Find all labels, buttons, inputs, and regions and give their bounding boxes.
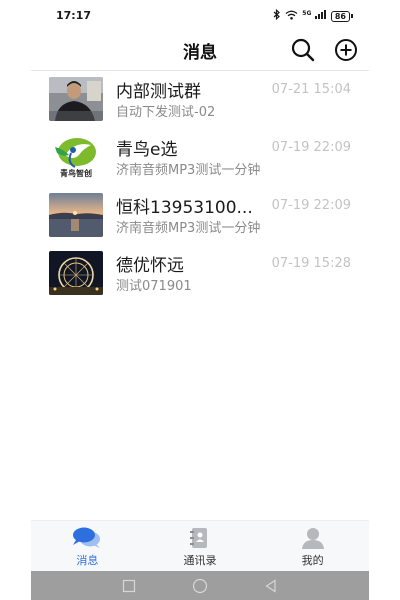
- tab-label: 我的: [301, 554, 324, 567]
- conversation-preview: 济南音频MP3测试一分钟: [116, 221, 261, 236]
- conversation-name: 内部测试群: [116, 82, 201, 102]
- plus-circle-icon: [335, 39, 357, 61]
- wifi-icon: [285, 10, 298, 23]
- conversation-name: 德优怀远: [116, 256, 184, 276]
- bottom-tab-bar: 消息 通讯录 我的: [31, 520, 369, 572]
- signal-icon: 5G: [302, 10, 327, 22]
- contacts-book-icon: [189, 527, 211, 553]
- add-button[interactable]: [332, 37, 360, 63]
- recent-apps-button[interactable]: [122, 578, 136, 597]
- conversation-time: 07-19 22:09: [271, 140, 351, 155]
- page-title: 消息: [183, 43, 217, 63]
- conversation-item[interactable]: 恒科13953100... 07-19 22:09 济南音频MP3测试一分钟: [31, 187, 369, 245]
- battery-level: 86: [330, 10, 350, 22]
- bluetooth-icon: [273, 8, 281, 23]
- home-button[interactable]: [192, 578, 208, 598]
- chat-bubbles-icon: [71, 527, 103, 553]
- person-icon: [301, 527, 325, 553]
- conversation-name: 恒科13953100...: [116, 198, 253, 218]
- network-label: 5G: [302, 10, 312, 17]
- screen: 17:17 5G 86 消息 内部测试群 07-21 15:04 自动下发测试-…: [0, 0, 400, 600]
- conversation-preview: 济南音频MP3测试一分钟: [116, 163, 261, 178]
- avatar-caption: 青鸟智创: [60, 168, 92, 178]
- search-icon: [291, 38, 315, 62]
- avatar: [49, 77, 103, 121]
- status-time: 17:17: [56, 9, 92, 22]
- search-button[interactable]: [289, 37, 317, 63]
- conversation-time: 07-19 15:28: [271, 256, 351, 271]
- battery-icon: 86: [330, 10, 353, 22]
- conversation-preview: 自动下发测试-02: [116, 105, 216, 120]
- app-window: 17:17 5G 86 消息 内部测试群 07-21 15:04 自动下发测试-…: [31, 0, 369, 600]
- avatar: 青鸟智创: [49, 135, 103, 179]
- conversation-item[interactable]: 内部测试群 07-21 15:04 自动下发测试-02: [31, 71, 369, 129]
- system-nav-bar: [31, 571, 369, 600]
- conversation-name: 青鸟e选: [116, 140, 178, 160]
- tab-messages[interactable]: 消息: [31, 521, 144, 572]
- triangle-back-icon: [265, 579, 276, 593]
- tab-contacts[interactable]: 通讯录: [144, 521, 257, 572]
- square-icon: [122, 579, 136, 593]
- status-bar: 17:17 5G 86: [31, 0, 369, 32]
- conversation-time: 07-19 22:09: [271, 198, 351, 213]
- conversation-time: 07-21 15:04: [271, 82, 351, 97]
- conversation-list: 内部测试群 07-21 15:04 自动下发测试-02 青鸟智创 青鸟e选 07…: [31, 71, 369, 303]
- tab-profile[interactable]: 我的: [256, 521, 369, 572]
- circle-icon: [192, 578, 208, 594]
- status-icons: 5G 86: [273, 8, 353, 23]
- header: 消息: [31, 32, 369, 71]
- conversation-preview: 测试071901: [116, 279, 192, 294]
- back-button[interactable]: [264, 578, 278, 597]
- avatar: [49, 193, 103, 237]
- conversation-item[interactable]: 德优怀远 07-19 15:28 测试071901: [31, 245, 369, 303]
- avatar: [49, 251, 103, 295]
- tab-label: 通讯录: [183, 554, 217, 567]
- tab-label: 消息: [76, 554, 99, 567]
- conversation-item[interactable]: 青鸟智创 青鸟e选 07-19 22:09 济南音频MP3测试一分钟: [31, 129, 369, 187]
